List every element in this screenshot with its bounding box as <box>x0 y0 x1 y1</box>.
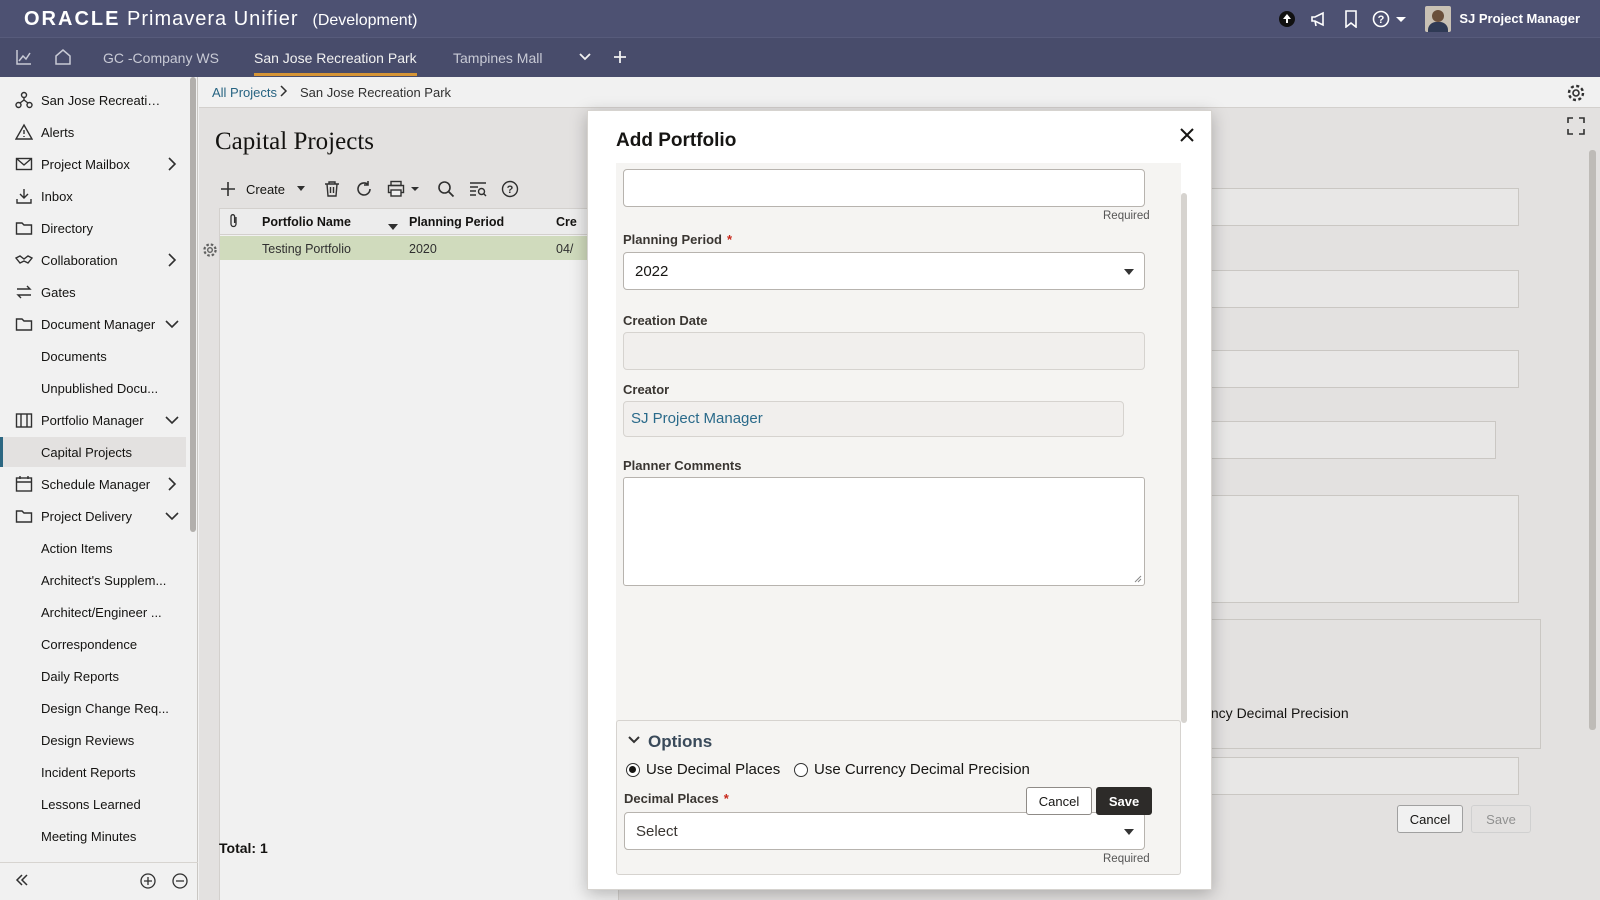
name-required-hint: Required <box>1103 210 1150 222</box>
announcement-icon[interactable] <box>1303 0 1335 37</box>
dialog-body: Required Planning Period * 2022 Creation … <box>616 163 1181 875</box>
decimal-places-value: Select <box>636 823 678 840</box>
planning-period-value: 2022 <box>635 263 669 280</box>
planner-comments-label: Planner Comments <box>623 458 742 473</box>
options-title[interactable]: Options <box>648 732 712 752</box>
dropdown-caret-icon <box>1124 269 1134 275</box>
svg-text:?: ? <box>1378 14 1385 26</box>
dialog-scrollbar[interactable] <box>1181 193 1187 723</box>
decimal-required-hint: Required <box>1103 853 1150 865</box>
use-currency-precision-radio[interactable] <box>794 763 808 777</box>
decimal-places-select[interactable]: Select <box>624 812 1145 850</box>
creator-field: SJ Project Manager <box>623 401 1124 437</box>
environment-label: (Development) <box>312 12 418 29</box>
app-brand: ORACLE Primavera Unifier (Development) <box>24 8 418 30</box>
resize-handle-icon <box>1134 575 1142 583</box>
cancel-button[interactable]: Cancel <box>1026 787 1092 815</box>
dialog-title: Add Portfolio <box>616 130 737 151</box>
creation-date-field <box>623 332 1145 370</box>
decimal-places-label: Decimal Places * <box>624 791 729 806</box>
add-portfolio-dialog: Add Portfolio Required Planning Period * … <box>587 110 1212 890</box>
top-bar: ORACLE Primavera Unifier (Development) ? … <box>0 0 1600 37</box>
user-name[interactable]: SJ Project Manager <box>1459 11 1580 26</box>
upload-icon[interactable] <box>1271 0 1303 37</box>
dropdown-caret-icon <box>1124 829 1134 835</box>
portfolio-name-input[interactable] <box>623 169 1145 207</box>
close-icon[interactable] <box>1177 125 1197 145</box>
planner-comments-textarea[interactable] <box>623 477 1145 586</box>
creation-date-label: Creation Date <box>623 313 708 328</box>
use-decimal-places-label[interactable]: Use Decimal Places <box>646 761 780 778</box>
planning-period-label: Planning Period * <box>623 232 733 247</box>
chevron-down-icon[interactable] <box>627 734 641 749</box>
use-currency-precision-label[interactable]: Use Currency Decimal Precision <box>814 761 1030 778</box>
user-avatar[interactable] <box>1425 5 1452 32</box>
save-button[interactable]: Save <box>1096 787 1152 815</box>
creator-label: Creator <box>623 382 670 397</box>
use-decimal-places-radio[interactable] <box>626 763 640 777</box>
bookmark-icon[interactable] <box>1335 0 1367 37</box>
creator-link[interactable]: SJ Project Manager <box>631 410 763 427</box>
planning-period-select[interactable]: 2022 <box>623 252 1145 290</box>
help-icon[interactable]: ? <box>1367 0 1413 37</box>
